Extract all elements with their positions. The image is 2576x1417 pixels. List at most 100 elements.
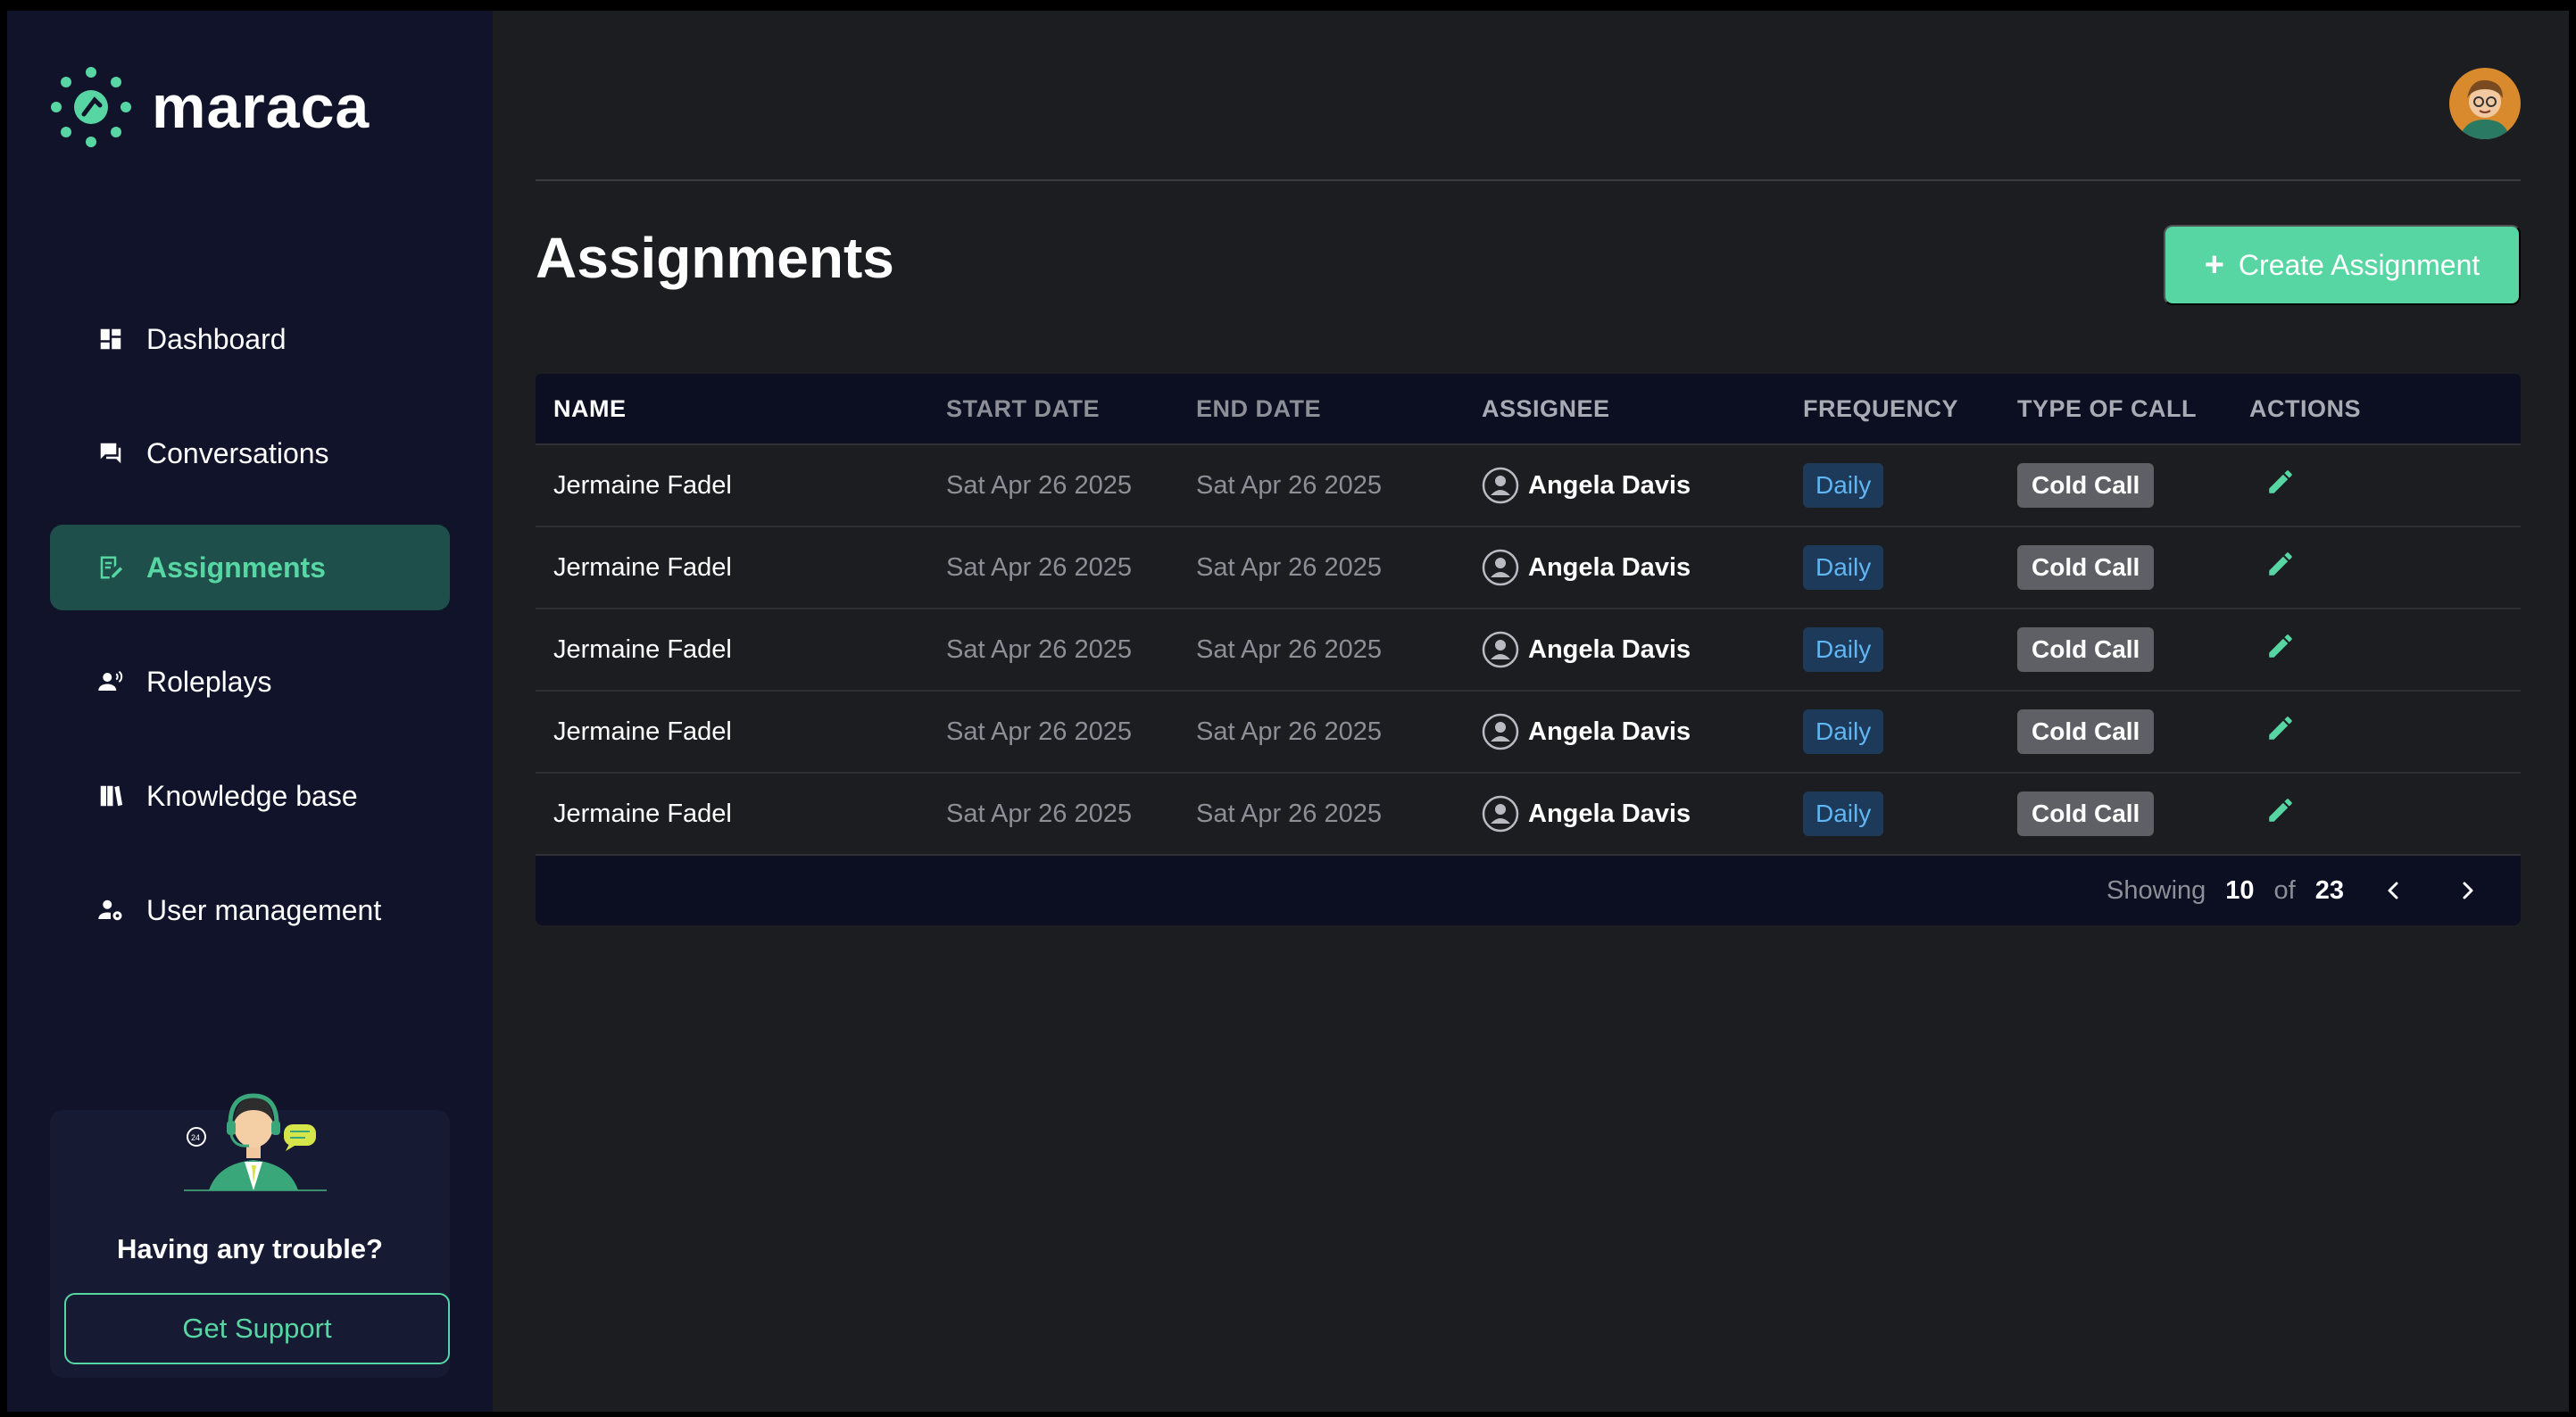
cell-assignee: Angela Davis [1482,549,1803,586]
table-row[interactable]: Jermaine Fadel Sat Apr 26 2025 Sat Apr 26 … [536,443,2521,526]
cell-assignee: Angela Davis [1482,795,1803,833]
column-header-frequency[interactable]: FREQUENCY [1803,395,2017,423]
frequency-badge: Daily [1803,627,1884,672]
plus-icon: + [2204,245,2224,284]
sidebar-nav: Dashboard Conversations Assignments Role… [50,296,450,982]
sidebar-item-label: Knowledge base [146,779,358,812]
previous-page-button[interactable] [2376,873,2412,908]
assignee-name: Angela Davis [1528,552,1691,582]
cell-type-of-call: Cold Call [2017,791,2249,836]
table-header: NAME START DATE END DATE ASSIGNEE FREQUE… [536,374,2521,443]
column-header-end-date[interactable]: END DATE [1196,395,1482,423]
brand-logo[interactable]: maraca [48,64,370,150]
pagination-total: 23 [2314,875,2344,905]
chat-icon [96,439,125,468]
cell-name: Jermaine Fadel [553,470,732,500]
sidebar-item-label: Assignments [146,551,326,584]
cell-start-date: Sat Apr 26 2025 [946,717,1132,746]
table-row[interactable]: Jermaine Fadel Sat Apr 26 2025 Sat Apr 26 … [536,772,2521,854]
sidebar-item-dashboard[interactable]: Dashboard [50,296,450,382]
create-assignment-label: Create Assignment [2238,248,2480,281]
cell-type-of-call: Cold Call [2017,627,2249,672]
svg-text:24: 24 [191,1133,200,1142]
call-type-badge: Cold Call [2017,627,2155,672]
cell-frequency: Daily [1803,627,2017,672]
assignee-name: Angela Davis [1528,634,1691,664]
column-header-actions: ACTIONS [2249,394,2361,422]
cell-start-date: Sat Apr 26 2025 [946,470,1132,500]
roleplay-icon [96,667,125,696]
table-row[interactable]: Jermaine Fadel Sat Apr 26 2025 Sat Apr 26 … [536,690,2521,772]
user-circle-icon [1482,713,1519,750]
cell-name: Jermaine Fadel [553,717,732,746]
get-support-button[interactable]: Get Support [64,1293,450,1364]
sidebar-item-conversations[interactable]: Conversations [50,410,450,496]
cell-name: Jermaine Fadel [553,552,732,582]
frequency-badge: Daily [1803,545,1884,590]
pencil-icon [2269,799,2292,822]
frequency-badge: Daily [1803,709,1884,754]
page-title: Assignments [536,226,894,290]
cell-end-date: Sat Apr 26 2025 [1196,552,1382,582]
cell-type-of-call: Cold Call [2017,545,2249,590]
pencil-icon [2269,552,2292,576]
cell-assignee: Angela Davis [1482,631,1803,668]
sidebar-item-label: Conversations [146,436,329,469]
logo-sun-icon [51,67,131,147]
column-header-start-date[interactable]: START DATE [946,395,1196,423]
pencil-icon [2269,470,2292,493]
table-pagination: Showing 10 of 23 [536,854,2521,925]
pencil-icon [2269,634,2292,658]
chevron-left-icon [2388,882,2398,899]
cell-name: Jermaine Fadel [553,634,732,664]
cell-start-date: Sat Apr 26 2025 [946,634,1132,664]
cell-start-date: Sat Apr 26 2025 [946,799,1132,828]
cell-end-date: Sat Apr 26 2025 [1196,470,1382,500]
cell-actions [2249,467,2472,504]
table-row[interactable]: Jermaine Fadel Sat Apr 26 2025 Sat Apr 26 … [536,526,2521,608]
column-header-name[interactable]: NAME [536,395,946,423]
book-icon [96,782,125,810]
table-row[interactable]: Jermaine Fadel Sat Apr 26 2025 Sat Apr 26 … [536,608,2521,690]
user-circle-icon [1482,795,1519,833]
assignee-name: Angela Davis [1528,799,1691,828]
assignee-name: Angela Davis [1528,717,1691,746]
user-circle-icon [1482,467,1519,504]
assignee-name: Angela Davis [1528,470,1691,500]
cell-end-date: Sat Apr 26 2025 [1196,634,1382,664]
edit-button[interactable] [2265,795,2296,833]
next-page-button[interactable] [2449,873,2485,908]
sidebar-item-label: User management [146,893,382,926]
sidebar-item-user-management[interactable]: User management [50,867,450,953]
frequency-badge: Daily [1803,791,1884,836]
assignments-table: NAME START DATE END DATE ASSIGNEE FREQUE… [536,374,2521,925]
sidebar-item-knowledge-base[interactable]: Knowledge base [50,753,450,839]
edit-button[interactable] [2265,467,2296,504]
cell-assignee: Angela Davis [1482,713,1803,750]
cell-assignee: Angela Davis [1482,467,1803,504]
cell-start-date: Sat Apr 26 2025 [946,552,1132,582]
cell-type-of-call: Cold Call [2017,463,2249,508]
cell-end-date: Sat Apr 26 2025 [1196,717,1382,746]
column-header-type-of-call[interactable]: TYPE OF CALL [2017,395,2249,423]
column-header-assignee[interactable]: ASSIGNEE [1482,395,1803,423]
pagination-showing-label: Showing [2107,875,2206,905]
cell-frequency: Daily [1803,791,2017,836]
cell-frequency: Daily [1803,545,2017,590]
chevron-right-icon [2463,882,2473,899]
edit-button[interactable] [2265,549,2296,586]
dashboard-icon [96,325,125,353]
cell-type-of-call: Cold Call [2017,709,2249,754]
sidebar-item-roleplays[interactable]: Roleplays [50,639,450,725]
cell-end-date: Sat Apr 26 2025 [1196,799,1382,828]
user-avatar[interactable] [2449,68,2521,139]
sidebar-item-assignments[interactable]: Assignments [50,525,450,610]
user-settings-icon [96,896,125,924]
cell-actions [2249,631,2472,668]
create-assignment-button[interactable]: + Create Assignment [2164,225,2521,305]
edit-button[interactable] [2265,631,2296,668]
pencil-icon [2269,717,2292,740]
edit-button[interactable] [2265,713,2296,750]
support-agent-illustration: 24 [184,1093,327,1191]
avatar-image [2449,68,2521,139]
